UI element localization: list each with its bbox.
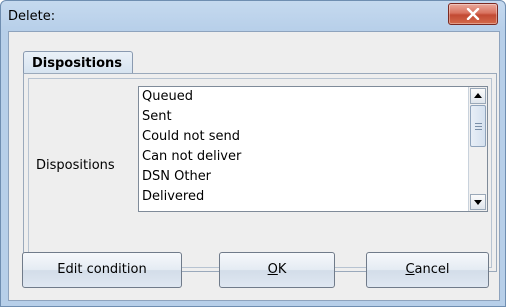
list-items: Queued Sent Could not send Can not deliv… <box>139 87 467 207</box>
cancel-mnemonic: C <box>405 262 415 277</box>
list-item[interactable]: Sent <box>139 107 467 127</box>
cancel-button[interactable]: Cancel <box>366 252 489 288</box>
grip-line <box>475 129 482 130</box>
close-button[interactable] <box>448 3 498 25</box>
scroll-down-button[interactable] <box>470 194 486 210</box>
arrow-up-icon <box>474 93 482 98</box>
edit-condition-label: Edit condition <box>57 262 147 277</box>
tab-dispositions[interactable]: Dispositions <box>23 51 133 73</box>
cancel-label-rest: ancel <box>414 262 450 277</box>
grip-line <box>475 123 482 124</box>
arrow-down-icon <box>474 200 482 205</box>
ok-mnemonic: O <box>267 262 278 277</box>
dispositions-group: Dispositions Queued Sent Could not send … <box>28 78 492 268</box>
vertical-scrollbar[interactable] <box>468 87 487 211</box>
scroll-thumb[interactable] <box>470 105 486 147</box>
edit-condition-button[interactable]: Edit condition <box>22 252 182 288</box>
ok-button[interactable]: OK <box>219 252 335 288</box>
list-item[interactable]: Can not deliver <box>139 147 467 167</box>
list-item[interactable]: Delivered <box>139 187 467 207</box>
dispositions-listbox[interactable]: Queued Sent Could not send Can not deliv… <box>138 86 488 212</box>
close-icon <box>466 8 480 20</box>
dispositions-label: Dispositions <box>36 158 115 173</box>
delete-dialog: Delete: Dispositions Dispositions Queued… <box>0 0 506 307</box>
scroll-up-button[interactable] <box>470 88 486 104</box>
title-bar[interactable]: Delete: <box>1 1 505 31</box>
ok-label-rest: K <box>277 262 287 277</box>
dialog-body: Dispositions Dispositions Queued Sent Co… <box>8 31 500 301</box>
list-item[interactable]: Could not send <box>139 127 467 147</box>
list-item[interactable]: Queued <box>139 87 467 107</box>
tab-label: Dispositions <box>32 56 123 71</box>
window-title: Delete: <box>8 9 56 24</box>
grip-line <box>475 126 482 127</box>
list-item[interactable]: DSN Other <box>139 167 467 187</box>
tab-panel: Dispositions Queued Sent Could not send … <box>23 73 497 272</box>
